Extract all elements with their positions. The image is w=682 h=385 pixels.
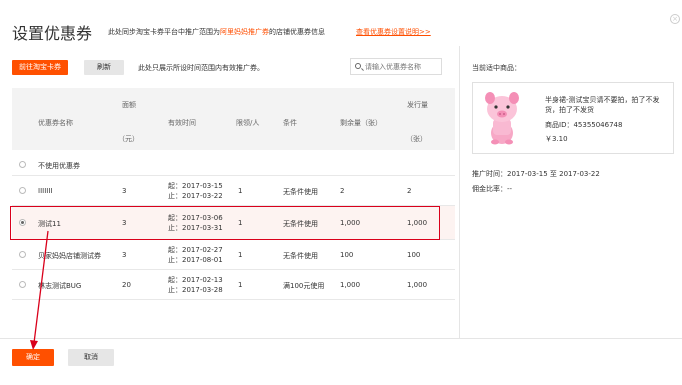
coupon-condition: 无条件使用 — [283, 252, 318, 260]
coupon-issued: 2 — [407, 187, 412, 195]
radio-button[interactable] — [19, 161, 26, 168]
desc-suffix: 的店铺优惠券信息 — [269, 28, 325, 36]
coupon-value: 3 — [122, 251, 127, 259]
coupon-condition: 满100元使用 — [283, 282, 325, 290]
coupon-issued: 1,000 — [407, 281, 428, 289]
table-row[interactable]: 贝家妈妈店铺测试券 3 起：2017-02-27 止：2017-08-01 1 无… — [12, 240, 455, 270]
table-row[interactable]: IIIIIII 3 起：2017-03-15 止：2017-03-22 1 无条件… — [12, 176, 455, 206]
page-title: 设置优惠券 — [12, 24, 93, 43]
radio-button[interactable] — [19, 187, 26, 194]
coupon-value: 20 — [122, 281, 131, 289]
side-title: 当前适中商品： — [472, 64, 521, 72]
time-start: 起：2017-02-27 — [168, 246, 223, 254]
product-price: ￥3.10 — [545, 135, 568, 143]
table-header: 优惠券名称 面额 （元） 有效时间 限领/人 条件 剩余量（张） 发行量 （张） — [12, 88, 455, 150]
coupon-name: 不使用优惠券 — [38, 162, 80, 170]
time-end: 止：2017-08-01 — [168, 256, 223, 264]
col-time: 有效时间 — [168, 119, 196, 127]
coupon-issued: 100 — [407, 251, 421, 259]
coupon-name: IIIIIII — [38, 187, 53, 195]
product-title: 半身裙-测试宝贝请不要拍，拍了不发货，拍了不发货 — [545, 96, 660, 114]
coupon-time: 起：2017-03-15 止：2017-03-22 — [168, 181, 223, 201]
radio-button[interactable] — [19, 251, 26, 258]
commission-rate: 佣金比率：-- — [472, 185, 513, 193]
col-value: 面额 — [122, 101, 136, 109]
col-issued-unit: （张） — [406, 135, 427, 143]
dialog-header: 设置优惠券 此处同步淘宝卡券平台中推广范围为阿里妈妈推广券的店铺优惠券信息 查看… — [0, 0, 682, 48]
desc-highlight: 阿里妈妈推广券 — [220, 28, 269, 36]
selection-highlight-box — [10, 206, 440, 240]
cancel-button[interactable]: 取消 — [68, 349, 114, 366]
pig-doll-image — [485, 92, 519, 145]
coupon-time: 起：2017-02-13 止：2017-03-28 — [168, 275, 223, 295]
coupon-remain: 2 — [340, 187, 345, 195]
time-start: 起：2017-02-13 — [168, 276, 223, 284]
promotion-time: 推广时间：2017-03-15 至 2017-03-22 — [472, 170, 600, 178]
col-value-unit: （元） — [118, 135, 139, 143]
coupon-time: 起：2017-02-27 止：2017-08-01 — [168, 245, 223, 265]
header-description: 此处同步淘宝卡券平台中推广范围为阿里妈妈推广券的店铺优惠券信息 — [108, 27, 325, 37]
coupon-remain: 1,000 — [340, 281, 361, 289]
search-icon — [355, 63, 361, 69]
time-start: 起：2017-03-15 — [168, 182, 223, 190]
search-input[interactable] — [365, 61, 439, 72]
desc-prefix: 此处同步淘宝卡券平台中推广范围为 — [108, 28, 220, 36]
col-condition: 条件 — [283, 119, 297, 127]
product-id: 商品ID：45355046748 — [545, 121, 623, 129]
product-card: 半身裙-测试宝贝请不要拍，拍了不发货，拍了不发货 商品ID：4535504674… — [472, 82, 674, 154]
col-issued: 发行量 — [407, 101, 428, 109]
confirm-button[interactable]: 确定 — [12, 349, 54, 366]
coupon-limit: 1 — [238, 281, 243, 289]
coupon-condition: 无条件使用 — [283, 188, 318, 196]
coupon-limit: 1 — [238, 251, 243, 259]
refresh-button[interactable]: 刷新 — [84, 60, 124, 75]
coupon-remain: 100 — [340, 251, 354, 259]
close-icon[interactable]: × — [670, 14, 680, 24]
coupon-value: 3 — [122, 187, 127, 195]
radio-button[interactable] — [19, 281, 26, 288]
search-box[interactable] — [350, 58, 442, 75]
col-remain: 剩余量（张） — [340, 119, 382, 127]
table-row[interactable]: 林志测试BUG 20 起：2017-02-13 止：2017-03-28 1 满1… — [12, 270, 455, 300]
coupon-help-link[interactable]: 查看优惠券设置说明>> — [356, 27, 431, 37]
go-taobao-coupon-button[interactable]: 前往淘宝卡券 — [12, 60, 68, 75]
col-limit: 限领/人 — [236, 119, 260, 127]
panel-divider — [459, 46, 460, 338]
coupon-limit: 1 — [238, 187, 243, 195]
col-name: 优惠券名称 — [38, 119, 73, 127]
coupon-name: 贝家妈妈店铺测试券 — [38, 252, 101, 260]
footer-divider — [0, 338, 682, 339]
time-end: 止：2017-03-22 — [168, 192, 223, 200]
filter-hint: 此处只展示所设时间范围内有效推广券。 — [138, 64, 264, 72]
table-row-none[interactable]: 不使用优惠券 — [12, 154, 455, 176]
time-end: 止：2017-03-28 — [168, 286, 223, 294]
coupon-name: 林志测试BUG — [38, 282, 82, 290]
